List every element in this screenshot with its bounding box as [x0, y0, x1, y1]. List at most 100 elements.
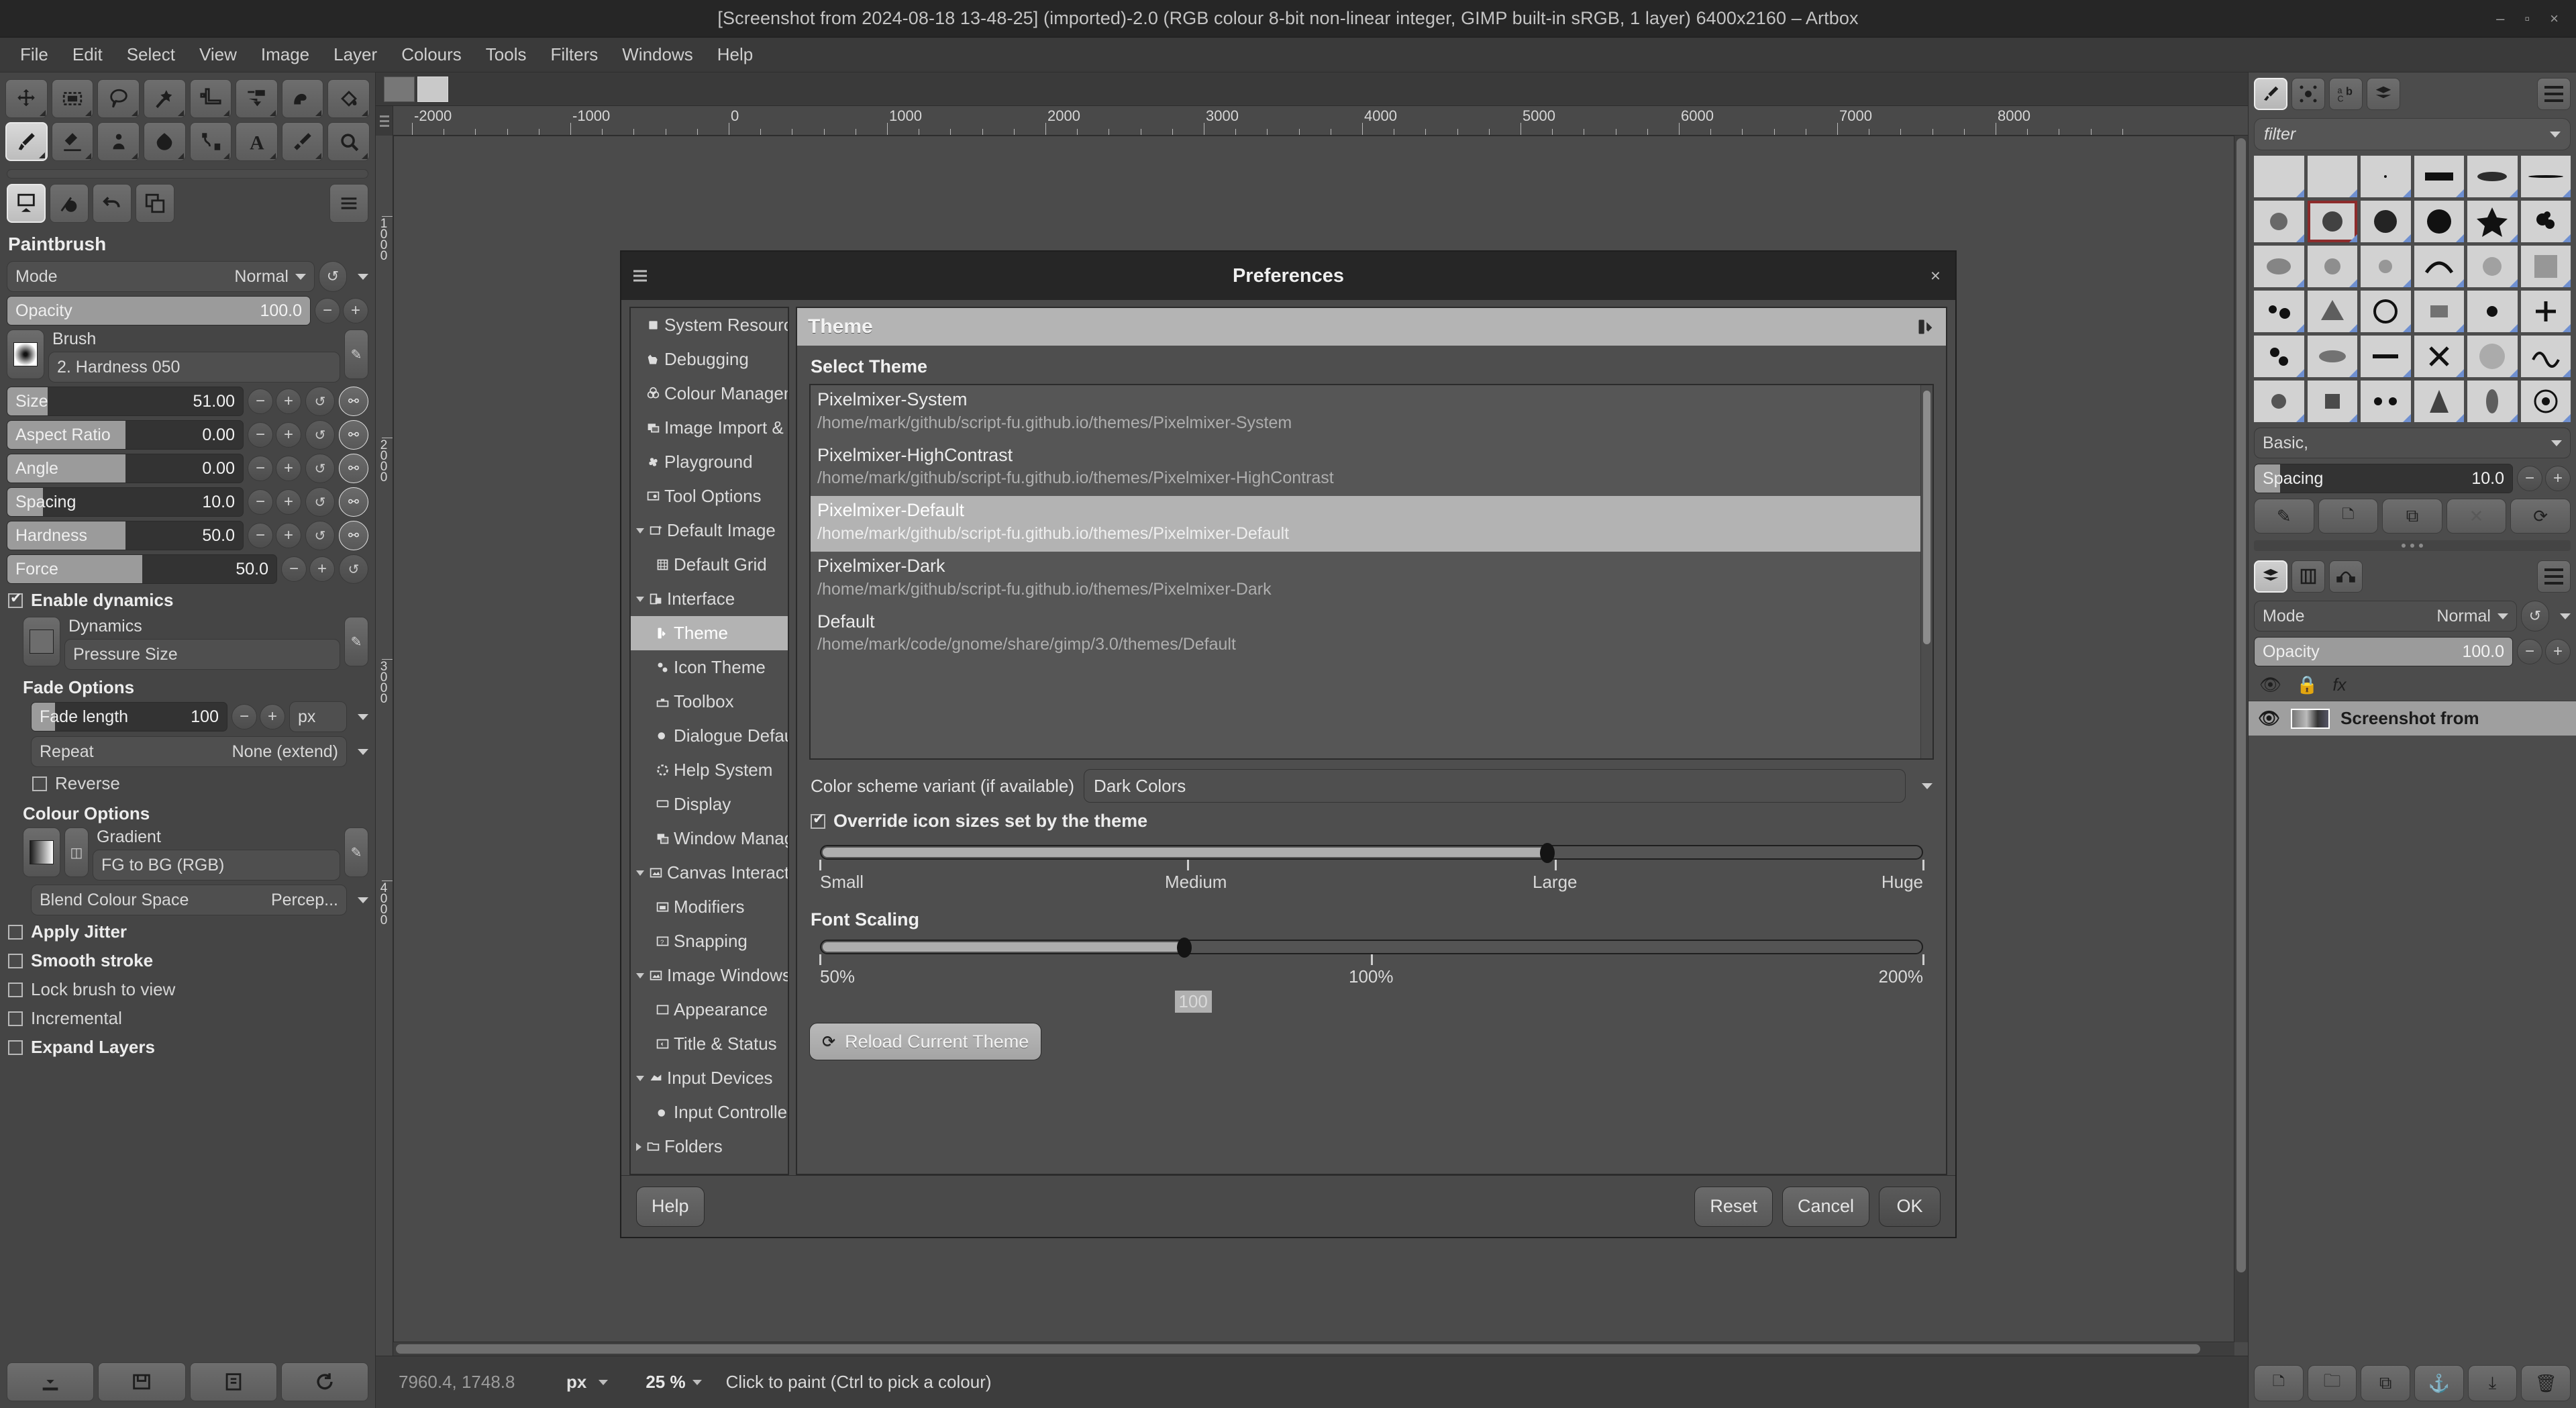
brush-swatch[interactable] [2361, 246, 2411, 287]
brush-swatch[interactable] [2254, 201, 2304, 242]
menu-edit[interactable]: Edit [60, 40, 115, 69]
save-tool-preset-icon[interactable] [7, 1362, 95, 1401]
plus-icon[interactable]: + [309, 556, 335, 582]
scrollbar-thumb[interactable] [396, 1344, 2201, 1354]
minus-icon[interactable]: − [248, 389, 273, 414]
lock-icon[interactable]: 🔒 [2296, 674, 2318, 695]
brush-swatch[interactable] [2361, 381, 2411, 422]
brush-swatch[interactable] [2361, 336, 2411, 377]
plus-icon[interactable]: + [276, 523, 301, 548]
gradient-combo[interactable]: FG to BG (RGB) [93, 850, 340, 881]
color-picker-tool[interactable] [281, 122, 324, 161]
brush-swatch[interactable] [2414, 246, 2464, 287]
plus-icon[interactable]: + [2545, 466, 2571, 491]
chevron-down-icon[interactable] [358, 713, 368, 720]
icon-size-slider[interactable] [820, 843, 1923, 863]
tab-channels[interactable] [2291, 560, 2325, 593]
sidebar-item-window-management[interactable]: Window Management [631, 821, 788, 856]
tab-layers[interactable] [2254, 560, 2287, 593]
plus-icon[interactable]: + [260, 704, 285, 730]
dynamics-preview[interactable] [23, 617, 60, 666]
plus-icon[interactable]: + [276, 389, 301, 414]
minus-icon[interactable]: − [248, 489, 273, 515]
sidebar-item-tool-options[interactable]: Tool Options [631, 479, 788, 513]
menu-view[interactable]: View [187, 40, 249, 69]
fade-length-slider[interactable]: Fade length 100 [31, 702, 227, 732]
sidebar-item-default-image[interactable]: Default Image [631, 513, 788, 548]
sidebar-item-snapping[interactable]: ? Snapping [631, 924, 788, 958]
brush-preview[interactable] [7, 330, 44, 379]
hardness-link-icon[interactable]: ⚯ [339, 521, 368, 550]
brush-filter-input[interactable]: filter [2254, 118, 2571, 150]
gradient-edit-icon[interactable]: ✎ [344, 827, 368, 877]
force-reset-icon[interactable]: ↺ [339, 554, 368, 584]
tab-patterns[interactable] [2291, 78, 2325, 110]
spacing-link-icon[interactable]: ⚯ [339, 487, 368, 517]
hamburger-icon[interactable] [633, 270, 647, 282]
brush-preset-combo[interactable]: Basic, [2254, 428, 2571, 458]
chevron-down-icon[interactable] [636, 972, 644, 978]
zoom-tool[interactable] [327, 122, 370, 161]
clone-tool[interactable] [97, 122, 140, 161]
minus-icon[interactable]: − [248, 523, 273, 548]
brush-swatch[interactable] [2361, 201, 2411, 242]
brush-swatch[interactable] [2307, 336, 2357, 377]
list-item[interactable]: Pixelmixer-Dark/home/mark/github/script-… [811, 552, 1933, 607]
brush-swatch[interactable] [2307, 381, 2357, 422]
incremental-checkbox[interactable] [8, 1011, 23, 1026]
anchor-icon[interactable]: ⚓ [2414, 1365, 2464, 1401]
sidebar-item-playground[interactable]: Playground [631, 445, 788, 479]
sidebar-item-default-grid[interactable]: Default Grid [631, 548, 788, 582]
canvas-vertical-scrollbar[interactable] [2234, 136, 2248, 1342]
dynamics-edit-icon[interactable]: ✎ [344, 617, 368, 666]
smudge-tool[interactable] [143, 122, 186, 161]
delete-icon[interactable]: 🗑 [2521, 1365, 2571, 1401]
sidebar-item-canvas-interaction[interactable]: Canvas Interaction [631, 856, 788, 890]
brush-spacing-slider[interactable]: Spacing 10.0 [2254, 464, 2513, 493]
apply-jitter-checkbox[interactable] [8, 924, 23, 940]
paintbrush-tool[interactable] [5, 122, 48, 161]
minus-icon[interactable]: − [281, 556, 307, 582]
new-icon[interactable]: 🗅 [2318, 499, 2379, 534]
brush-swatch[interactable] [2520, 246, 2571, 287]
sidebar-item-input-controllers[interactable]: Input Controllers [631, 1095, 788, 1129]
sidebar-item-display[interactable]: Display [631, 787, 788, 821]
opacity-slider[interactable]: Opacity 100.0 [7, 296, 311, 325]
hardness-reset-icon[interactable]: ↺ [305, 521, 335, 550]
brush-swatch[interactable] [2520, 381, 2571, 422]
chevron-down-icon[interactable] [358, 748, 368, 755]
brush-swatch[interactable] [2414, 291, 2464, 332]
list-item[interactable]: Pixelmixer-System/home/mark/github/scrip… [811, 385, 1933, 441]
minimize-icon[interactable]: – [2496, 10, 2504, 28]
sidebar-item-appearance[interactable]: Appearance [631, 993, 788, 1027]
plus-icon[interactable]: + [276, 456, 301, 481]
list-item[interactable]: Default/home/mark/code/gnome/share/gimp/… [811, 607, 1933, 663]
minus-icon[interactable]: − [315, 298, 340, 323]
list-item[interactable]: Pixelmixer-Default/home/mark/github/scri… [811, 496, 1933, 552]
tab-paths[interactable] [2329, 560, 2363, 593]
image-tab-thumbnail[interactable] [384, 76, 415, 102]
scrollbar-thumb[interactable] [2236, 138, 2246, 1273]
chevron-down-icon[interactable] [636, 870, 644, 876]
chevron-down-icon[interactable] [636, 527, 644, 534]
smooth-stroke-checkbox[interactable] [8, 953, 23, 968]
sidebar-item-title-status[interactable]: Title & Status [631, 1027, 788, 1061]
ok-button[interactable]: OK [1879, 1186, 1941, 1227]
brush-swatch[interactable] [2361, 156, 2411, 197]
duplicate-icon[interactable]: ⧉ [2361, 1365, 2411, 1401]
minus-icon[interactable]: − [231, 704, 257, 730]
sidebar-item-image-windows[interactable]: Image Windows [631, 958, 788, 993]
duplicate-icon[interactable]: ⧉ [2382, 499, 2442, 534]
eraser-tool[interactable] [51, 122, 94, 161]
close-icon[interactable]: × [1930, 266, 1941, 287]
group-icon[interactable]: 🗀 [2307, 1365, 2357, 1401]
scrollbar-thumb[interactable] [1923, 391, 1930, 645]
spacing-reset-icon[interactable]: ↺ [305, 487, 335, 517]
fuzzy-select-tool[interactable] [143, 79, 186, 118]
blend-colour-space-combo[interactable]: Blend Colour Space Percep... [31, 885, 347, 915]
size-reset-icon[interactable]: ↺ [305, 387, 335, 416]
brush-swatch[interactable] [2467, 156, 2518, 197]
menu-file[interactable]: File [8, 40, 60, 69]
free-select-tool[interactable] [97, 79, 140, 118]
move-tool[interactable] [5, 79, 48, 118]
